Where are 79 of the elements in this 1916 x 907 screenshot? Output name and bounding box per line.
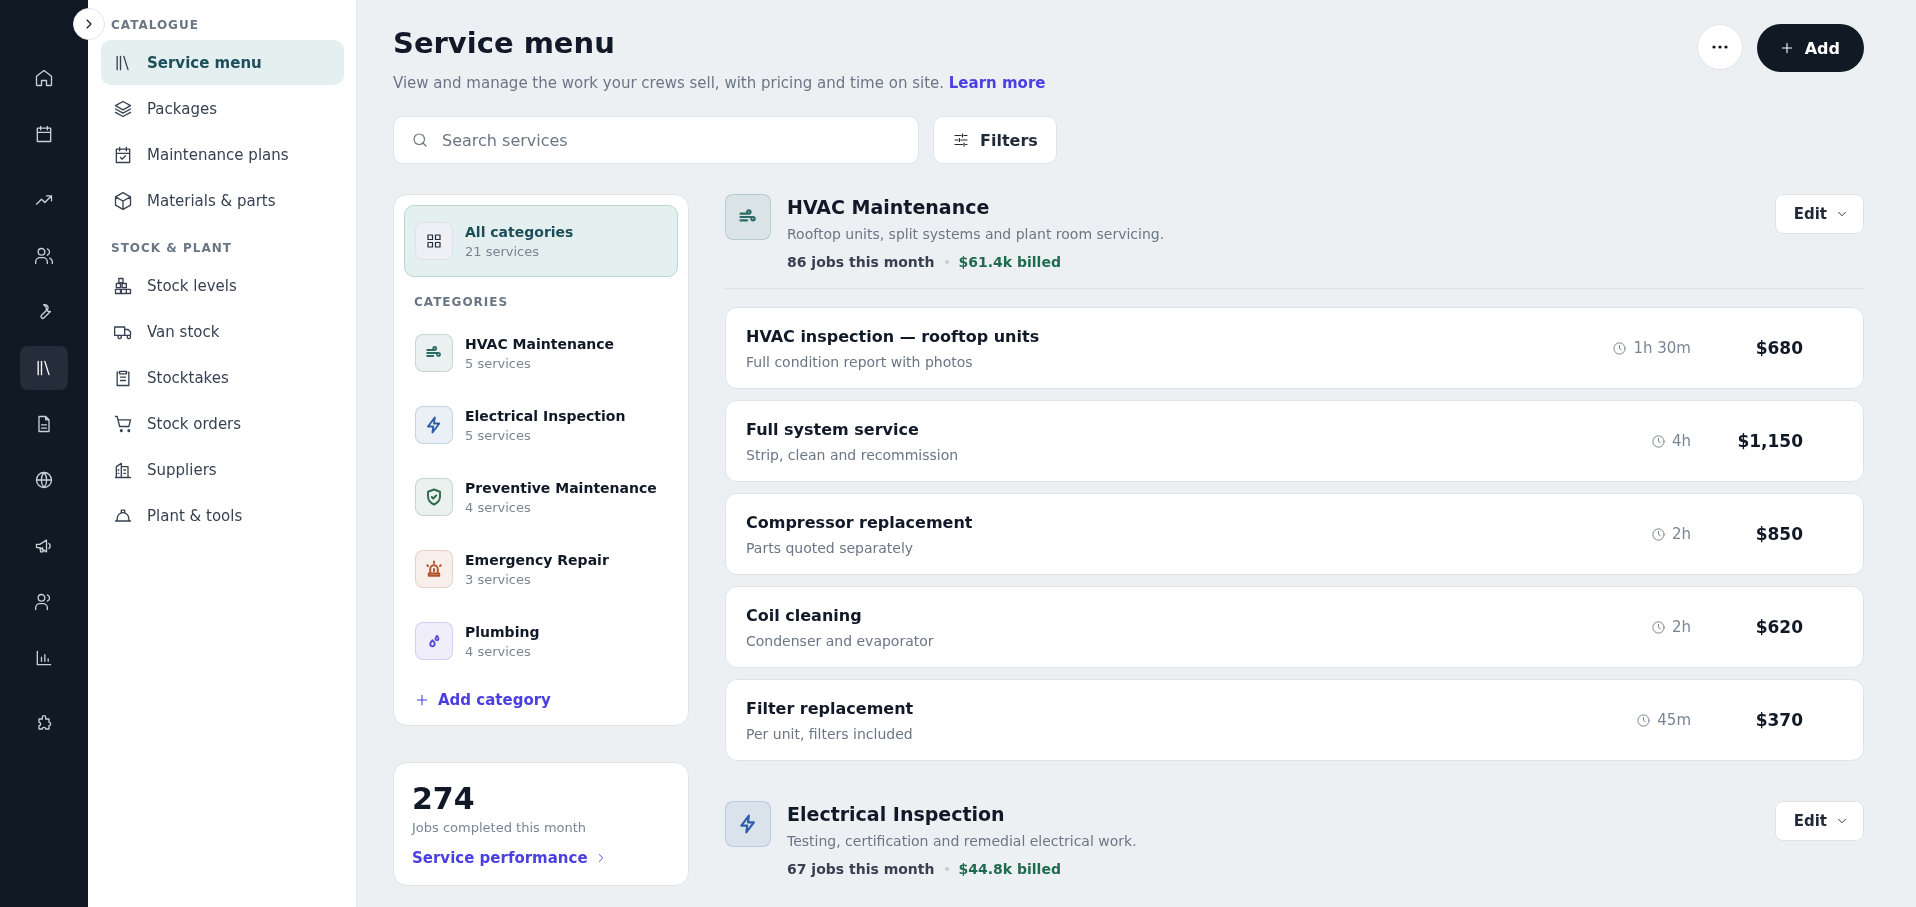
box-icon [113,190,133,211]
category-item[interactable]: Plumbing 4 services [404,605,678,677]
grid-icon [425,232,443,250]
stat-value: 274 [412,781,476,816]
page-subtitle: View and manage the work your crews sell, with pricing and time on site. Learn more [393,74,1046,92]
clock-icon [1650,433,1666,449]
search-field[interactable]: Search services [393,116,919,164]
sidebar-item[interactable]: Packages [101,86,344,131]
service-performance-link[interactable]: Service performance [412,849,670,867]
category-item[interactable]: HVAC Maintenance 5 services [404,317,678,389]
sidebar-item[interactable]: Stocktakes [101,355,344,400]
sidebar-item[interactable]: Materials & parts [101,178,344,223]
service-row[interactable]: Compressor replacement Parts quoted separately 2h $850 [725,493,1864,575]
billed-amount: $61.4k billed [958,254,1061,270]
service-name: Compressor replacement [746,512,974,532]
section-description: Rooftop units, split systems and plant room servicing. [787,226,1166,242]
sidebar-item[interactable]: Maintenance plans [101,132,344,177]
service-row[interactable]: Full system service Strip, clean and recommission 4h $1,150 [725,400,1864,482]
service-price: $620 [1754,617,1803,637]
service-price: $850 [1754,524,1803,544]
clock-icon [1650,619,1666,635]
service-name: Coil cleaning [746,605,863,625]
billed-amount: $44.8k billed [958,861,1061,877]
service-duration: 4h [1671,432,1691,450]
sidebar-item[interactable]: Service menu [101,40,344,85]
plus-icon [414,692,430,708]
service-note: Per unit, filters included [746,725,914,742]
category-item[interactable]: Preventive Maintenance 4 services [404,461,678,533]
calendar-check-icon [113,144,133,165]
add-button[interactable]: Add [1756,24,1864,72]
service-name: Filter replacement [746,698,915,718]
stat-caption: Jobs completed this month [412,820,588,835]
cart-icon [113,413,133,434]
ellipsis-icon [1711,45,1728,49]
sidebar-item[interactable]: Van stock [101,309,344,354]
edit-button[interactable]: Edit [1774,194,1864,234]
category-item[interactable]: All categories 21 services [404,205,678,277]
edit-button[interactable]: Edit [1774,801,1864,841]
service-price: $680 [1754,338,1803,358]
service-name: Full system service [746,419,920,439]
service-duration: 2h [1671,618,1691,636]
sidebar-item[interactable]: Stock orders [101,401,344,446]
category-item[interactable]: Emergency Repair 3 services [404,533,678,605]
service-row[interactable]: Coil cleaning Condenser and evaporator 2h $620 [725,586,1864,668]
category-item[interactable]: Electrical Inspection 5 services [404,389,678,461]
clock-icon [1612,340,1628,356]
sliders-icon [952,131,970,149]
section-title: HVAC Maintenance [787,196,991,218]
service-duration: 45m [1657,711,1691,729]
service-note: Strip, clean and recommission [746,446,960,463]
clock-icon [1636,712,1652,728]
service-note: Condenser and evaporator [746,632,935,649]
service-price: $370 [1754,710,1803,730]
layers-icon [113,98,133,119]
section-heading: STOCK & PLANT [110,240,233,257]
service-row[interactable]: HVAC inspection — rooftop units Full condition report with photos 1h 30m $680 [725,307,1864,389]
service-row[interactable]: Filter replacement Per unit, filters included 45m $370 [725,679,1864,761]
boxes-icon [113,275,133,296]
section-heading: CATALOGUE [110,17,200,34]
page-title: Service menu [393,26,616,60]
jobs-count: 86 jobs this month [787,254,935,270]
learn-more-link[interactable]: Learn more [948,74,1046,92]
service-note: Full condition report with photos [746,353,974,370]
sidebar-item[interactable]: Suppliers [101,447,344,492]
service-name: HVAC inspection — rooftop units [746,326,1041,346]
service-price: $1,150 [1736,431,1803,451]
sidebar-item[interactable]: Stock levels [101,263,344,308]
books-icon[interactable] [20,346,68,390]
section-heading: CATEGORIES [413,294,510,311]
service-note: Parts quoted separately [746,539,915,556]
section-description: Testing, certification and remedial electrical work. [787,833,1138,849]
service-duration: 1h 30m [1633,339,1691,357]
add-category-link[interactable]: Add category [404,677,678,711]
jobs-count: 67 jobs this month [787,861,935,877]
service-duration: 2h [1671,525,1691,543]
filters-button[interactable]: Filters [933,116,1057,164]
clock-icon [1650,526,1666,542]
section-title: Electrical Inspection [787,803,1006,825]
sidebar-item[interactable]: Plant & tools [101,493,344,538]
